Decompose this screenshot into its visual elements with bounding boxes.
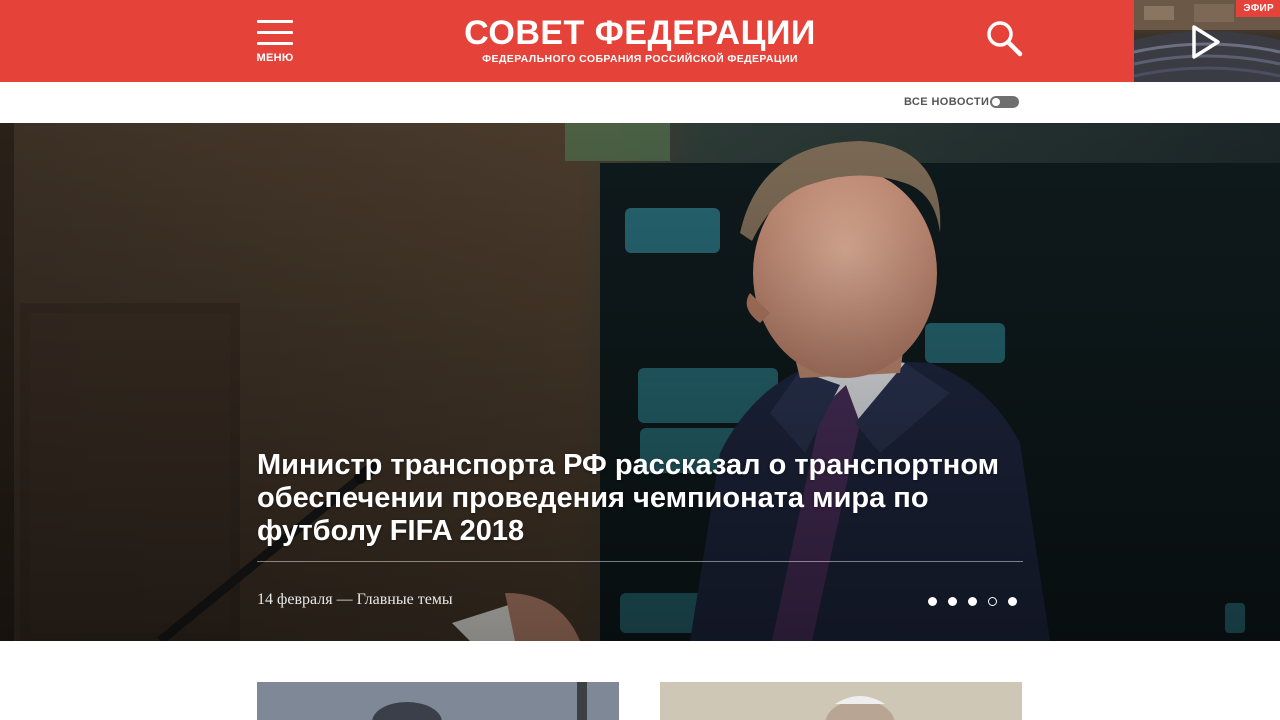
hero-slider[interactable]: Министр транспорта РФ рассказал о трансп… <box>0 123 1280 641</box>
live-broadcast-button[interactable]: ЭФИР <box>1134 0 1280 82</box>
hero-meta: 14 февраля — Главные темы <box>257 591 453 608</box>
search-icon <box>987 21 1023 57</box>
slider-dot-3[interactable] <box>968 597 977 606</box>
play-icon <box>1192 25 1220 59</box>
menu-button[interactable]: МЕНЮ <box>255 18 295 68</box>
news-card-2-image <box>660 682 1022 720</box>
site-subtitle: ФЕДЕРАЛЬНОГО СОБРАНИЯ РОССИЙСКОЙ ФЕДЕРАЦ… <box>482 53 798 65</box>
hero-photo <box>0 123 1280 641</box>
all-news-label: ВСЕ НОВОСТИ <box>904 96 990 108</box>
menu-label: МЕНЮ <box>256 52 294 64</box>
slider-dot-4[interactable] <box>988 597 997 606</box>
all-news-toggle[interactable] <box>990 96 1019 108</box>
news-card-1[interactable] <box>257 682 619 720</box>
news-card-2[interactable] <box>660 682 1022 720</box>
live-badge: ЭФИР <box>1236 0 1280 17</box>
site-logo[interactable]: СОВЕТ ФЕДЕРАЦИИ ФЕДЕРАЛЬНОГО СОБРАНИЯ РО… <box>440 14 840 66</box>
hero-headline[interactable]: Министр транспорта РФ рассказал о трансп… <box>257 449 1047 548</box>
search-button[interactable] <box>986 20 1024 58</box>
slider-dot-5[interactable] <box>1008 597 1017 606</box>
hero-divider <box>257 561 1023 562</box>
toggle-knob <box>992 98 1000 106</box>
slider-pagination <box>928 597 1024 607</box>
slider-dot-1[interactable] <box>928 597 937 606</box>
slider-dot-2[interactable] <box>948 597 957 606</box>
site-title: СОВЕТ ФЕДЕРАЦИИ <box>464 14 816 52</box>
site-header: МЕНЮ СОВЕТ ФЕДЕРАЦИИ ФЕДЕРАЛЬНОГО СОБРАН… <box>0 0 1280 82</box>
news-card-1-image <box>257 682 619 720</box>
hamburger-icon <box>257 20 293 46</box>
news-filter-bar: ВСЕ НОВОСТИ <box>0 82 1280 123</box>
